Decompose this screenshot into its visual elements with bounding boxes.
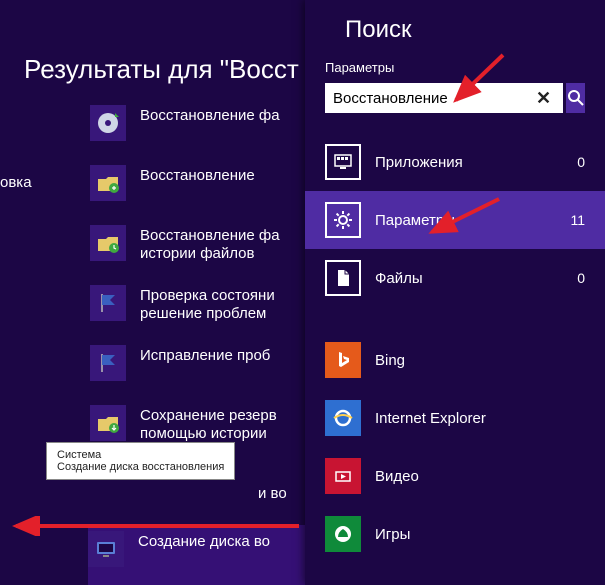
search-panel-title: Поиск xyxy=(305,0,605,44)
magnifier-icon xyxy=(567,89,585,107)
file-icon xyxy=(325,260,361,296)
result-item[interactable]: Проверка состояни решение проблем xyxy=(90,285,310,345)
result-label: и во xyxy=(258,483,287,503)
app-video[interactable]: Видео xyxy=(305,447,605,505)
scope-label: Файлы xyxy=(375,270,577,287)
result-label: Восстановление xyxy=(140,165,255,185)
app-ie[interactable]: Internet Explorer xyxy=(305,389,605,447)
search-button[interactable] xyxy=(566,83,585,113)
apps-icon xyxy=(325,144,361,180)
clear-icon[interactable]: ✕ xyxy=(532,88,555,109)
ie-icon xyxy=(325,400,361,436)
app-label: Bing xyxy=(375,352,405,369)
app-label: Internet Explorer xyxy=(375,410,486,427)
tooltip-title: Создание диска восстановления xyxy=(57,461,224,473)
flag-icon xyxy=(90,345,126,381)
result-item[interactable]: Восстановление xyxy=(90,165,310,225)
monitor-icon xyxy=(88,531,124,567)
result-item[interactable]: Исправление проб xyxy=(90,345,310,405)
annotation-arrow xyxy=(448,50,508,110)
gear-icon xyxy=(325,202,361,238)
scope-files[interactable]: Файлы 0 xyxy=(305,249,605,307)
app-label: Игры xyxy=(375,526,410,543)
result-label: Восстановление фа истории файлов xyxy=(140,225,310,263)
results-list: Восстановление фа Восстановление Восстан… xyxy=(0,85,310,585)
result-label: Проверка состояни решение проблем xyxy=(140,285,310,323)
video-icon xyxy=(325,458,361,494)
search-app-list: Bing Internet Explorer Видео Игры xyxy=(305,325,605,563)
folder-refresh-icon xyxy=(90,165,126,201)
folder-save-icon xyxy=(90,405,126,441)
scope-count: 11 xyxy=(570,212,585,228)
cutoff-text: овка xyxy=(0,174,32,191)
search-box[interactable]: ✕ xyxy=(325,83,563,113)
result-label: Восстановление фа xyxy=(140,105,280,125)
folder-history-icon xyxy=(90,225,126,261)
app-bing[interactable]: Bing xyxy=(305,331,605,389)
scope-count: 0 xyxy=(577,154,585,170)
tooltip: Система Создание диска восстановления xyxy=(46,442,235,480)
results-title: Результаты для "Восст xyxy=(0,0,310,85)
bing-icon xyxy=(325,342,361,378)
result-label: Сохранение резерв помощью истории xyxy=(140,405,310,443)
disc-icon xyxy=(90,105,126,141)
scope-count: 0 xyxy=(577,270,585,286)
result-item[interactable]: Восстановление фа xyxy=(90,105,310,165)
scope-label: Приложения xyxy=(375,154,577,171)
annotation-arrow xyxy=(424,194,504,244)
app-label: Видео xyxy=(375,468,419,485)
scope-apps[interactable]: Приложения 0 xyxy=(305,133,605,191)
result-label: Исправление проб xyxy=(140,345,270,365)
app-games[interactable]: Игры xyxy=(305,505,605,563)
games-icon xyxy=(325,516,361,552)
annotation-arrow xyxy=(4,516,304,536)
result-item[interactable]: Восстановление фа истории файлов xyxy=(90,225,310,285)
tooltip-category: Система xyxy=(57,449,224,461)
flag-icon xyxy=(90,285,126,321)
